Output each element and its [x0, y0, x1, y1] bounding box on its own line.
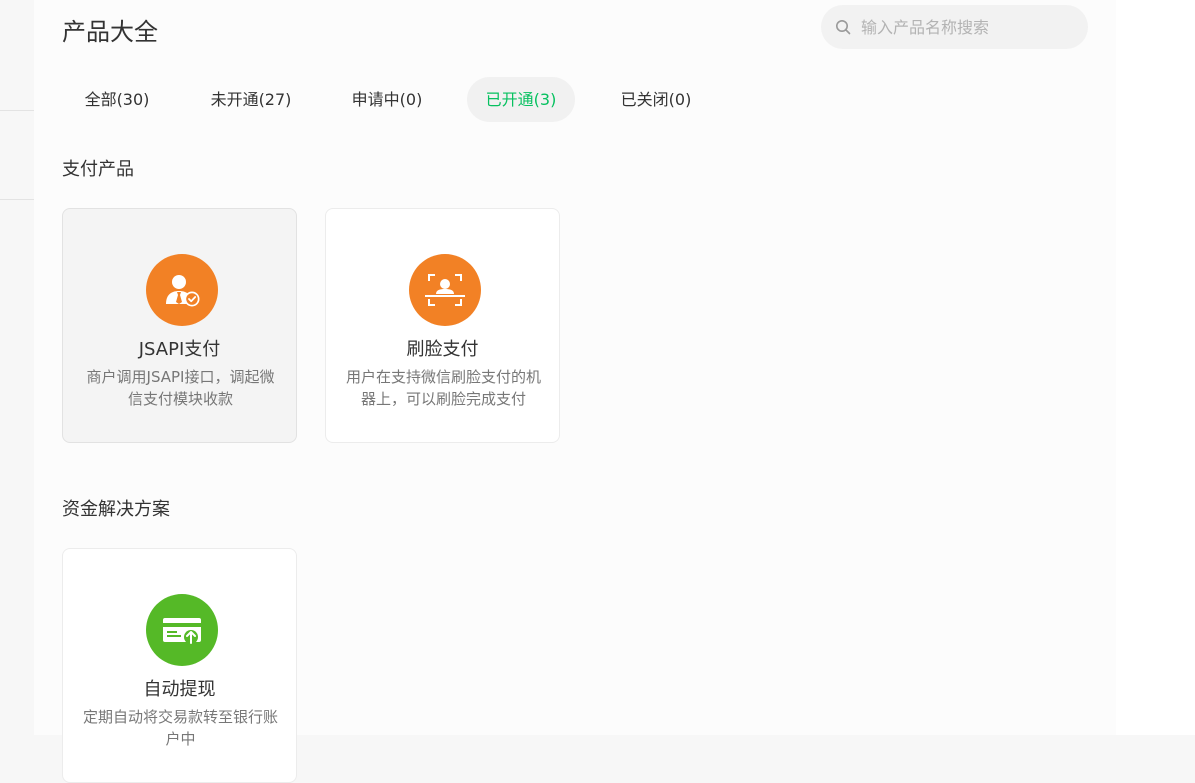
tab-activated[interactable]: 已开通(3) — [467, 77, 575, 122]
card-description: 定期自动将交易款转至银行账户中 — [83, 708, 279, 748]
left-sidebar — [0, 0, 34, 735]
tab-applying[interactable]: 申请中(0) — [332, 77, 442, 122]
section-title-payment: 支付产品 — [62, 159, 134, 180]
product-card-auto-withdraw[interactable]: 自动提现 定期自动将交易款转至银行账户中 — [62, 548, 297, 783]
card-description: 商户调用JSAPI接口，调起微信支付模块收款 — [86, 368, 275, 408]
tab-closed[interactable]: 已关闭(0) — [601, 77, 711, 122]
page-title: 产品大全 — [62, 18, 158, 46]
user-check-icon — [146, 254, 218, 326]
product-card-jsapi[interactable]: JSAPI支付 商户调用JSAPI接口，调起微信支付模块收款 — [62, 208, 297, 443]
search-box[interactable] — [821, 5, 1088, 49]
sidebar-divider — [0, 199, 34, 200]
section-title-funds: 资金解决方案 — [62, 499, 170, 520]
main-content: 产品大全 全部(30) 未开通(27) 申请中(0) 已开通(3) 已关闭(0)… — [34, 0, 1116, 783]
card-description: 用户在支持微信刷脸支付的机器上，可以刷脸完成支付 — [346, 368, 542, 408]
product-card-face-pay[interactable]: 刷脸支付 用户在支持微信刷脸支付的机器上，可以刷脸完成支付 — [325, 208, 560, 443]
face-scan-icon — [409, 254, 481, 326]
right-blank-area — [1116, 0, 1195, 735]
card-title: 自动提现 — [143, 679, 216, 700]
tab-all[interactable]: 全部(30) — [62, 77, 172, 122]
search-icon — [836, 20, 851, 35]
sidebar-divider — [0, 110, 34, 111]
card-withdraw-icon — [146, 594, 218, 666]
card-title: 刷脸支付 — [406, 339, 479, 360]
search-input[interactable] — [859, 16, 1073, 38]
tab-not-activated[interactable]: 未开通(27) — [196, 77, 306, 122]
card-title: JSAPI支付 — [138, 339, 221, 360]
